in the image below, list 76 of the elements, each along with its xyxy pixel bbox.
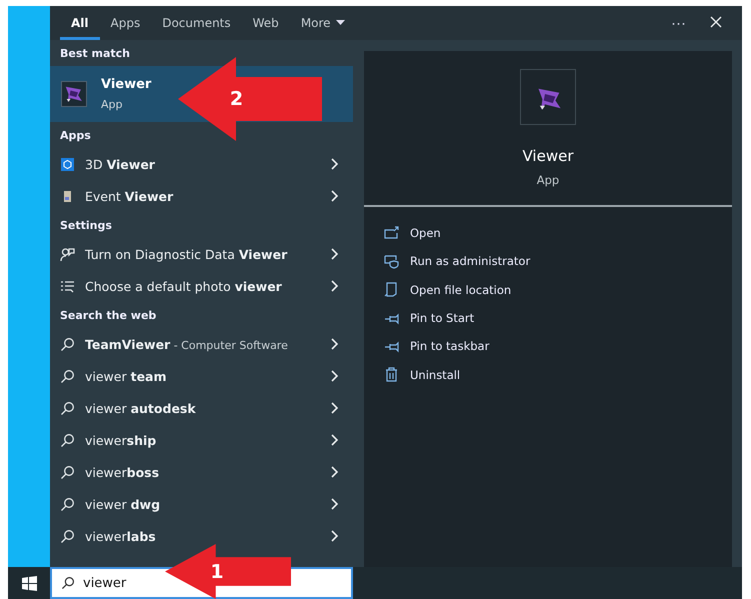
result-item[interactable]: Event Viewer xyxy=(50,180,353,212)
action-item[interactable]: Pin to Start xyxy=(384,304,732,332)
result-item[interactable]: viewerlabs xyxy=(50,520,353,552)
tab[interactable]: Documents xyxy=(151,6,242,40)
chevron-icon xyxy=(331,190,339,202)
result-text: Choose a default photo viewer xyxy=(85,278,283,294)
more-options-button[interactable]: ··· xyxy=(659,6,698,40)
result-item[interactable]: viewerboss xyxy=(50,456,353,488)
result-text: Event Viewer xyxy=(85,188,174,204)
cube-icon xyxy=(60,156,75,172)
result-item[interactable]: TeamViewer - Computer Software xyxy=(50,328,353,360)
result-text: viewer autodesk xyxy=(85,400,197,416)
search-icon xyxy=(60,528,75,544)
app-icon xyxy=(61,81,87,107)
open-icon xyxy=(384,226,399,241)
list-icon xyxy=(60,278,75,294)
annotation-number: 2 xyxy=(230,88,244,110)
result-text: viewer team xyxy=(85,368,168,384)
chevron-icon xyxy=(331,370,339,382)
search-icon xyxy=(60,400,75,416)
chevron-icon xyxy=(331,434,339,446)
section-header: Best match xyxy=(59,46,131,62)
action-item[interactable]: Open file location xyxy=(384,276,732,304)
chevron-icon xyxy=(331,402,339,414)
app-title: Viewer xyxy=(101,77,152,92)
chevron-icon xyxy=(331,466,339,478)
app-subtitle: App xyxy=(101,98,124,111)
result-item[interactable]: 3D Viewer xyxy=(50,148,353,180)
result-text: viewerboss xyxy=(85,464,160,480)
result-text: viewer dwg xyxy=(85,496,162,512)
result-text: TeamViewer - Computer Software xyxy=(85,336,289,352)
tab[interactable]: All xyxy=(60,6,100,40)
action-item[interactable]: Open xyxy=(384,219,732,248)
search-icon xyxy=(60,464,75,480)
result-text: 3D Viewer xyxy=(85,156,156,172)
tab[interactable]: More xyxy=(290,6,356,40)
shield-icon xyxy=(384,254,399,269)
result-item[interactable]: viewer autodesk xyxy=(50,392,353,424)
windows-logo-icon[interactable] xyxy=(22,576,36,590)
result-text: Turn on Diagnostic Data Viewer xyxy=(85,246,288,262)
result-text: viewerlabs xyxy=(85,528,157,544)
section-header: Apps xyxy=(59,128,92,144)
chevron-icon xyxy=(331,158,339,170)
close-icon xyxy=(710,16,722,28)
result-item[interactable]: viewership xyxy=(50,424,353,456)
app-icon xyxy=(520,69,576,125)
section-header: Settings xyxy=(59,218,113,234)
search-icon xyxy=(60,496,75,512)
result-item[interactable]: Turn on Diagnostic Data Viewer xyxy=(50,238,353,270)
action-item[interactable]: Pin to taskbar xyxy=(384,332,732,360)
section-header: Search the web xyxy=(59,308,158,324)
action-item[interactable]: Uninstall xyxy=(384,360,732,389)
search-input[interactable]: viewer xyxy=(83,576,135,590)
search-icon xyxy=(60,368,75,384)
chevron-icon xyxy=(331,498,339,510)
chevron-icon xyxy=(331,530,339,542)
annotation-number: 1 xyxy=(210,560,224,582)
caret-icon xyxy=(336,20,345,26)
result-text: viewership xyxy=(85,432,158,448)
result-item[interactable]: viewer team xyxy=(50,360,353,392)
chevron-icon xyxy=(331,338,339,350)
app-subtitle: App xyxy=(536,173,560,187)
chevron-icon xyxy=(331,248,339,260)
trash-icon xyxy=(384,367,399,382)
tab[interactable]: Web xyxy=(242,6,290,40)
app-title: Viewer xyxy=(522,147,574,165)
search-icon xyxy=(61,576,75,590)
result-item[interactable]: viewer dwg xyxy=(50,488,353,520)
file-location-icon xyxy=(384,282,399,298)
action-item[interactable]: Run as administrator xyxy=(384,247,732,276)
search-icon xyxy=(60,336,75,352)
result-item[interactable]: Choose a default photo viewer xyxy=(50,270,353,302)
search-icon xyxy=(60,432,75,448)
person-settings-icon xyxy=(60,246,75,262)
chevron-icon xyxy=(331,280,339,292)
tab[interactable]: Apps xyxy=(100,6,152,40)
